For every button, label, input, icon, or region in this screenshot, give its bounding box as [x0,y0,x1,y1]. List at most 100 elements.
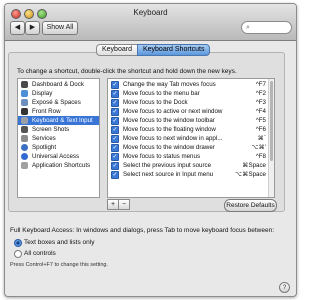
shortcut-key[interactable]: ^F5 [256,116,266,125]
shortcut-row[interactable]: ✓ Move focus to the window toolbar ^F5 [108,116,268,125]
radio-label: All controls [24,250,56,257]
shortcut-key[interactable]: ^F6 [256,125,266,134]
shortcut-row[interactable]: ✓ Select the previous input source ⌘Spac… [108,161,268,170]
category-item[interactable]: Application Shortcuts [18,161,99,170]
category-item-selected[interactable]: Keyboard & Text Input [18,116,99,125]
radio-text-boxes[interactable]: Text boxes and lists only [14,238,134,247]
shortcut-key[interactable]: ⌘Space [242,161,266,170]
category-item[interactable]: Front Row [18,107,99,116]
category-label: Dashboard & Dock [32,81,84,88]
scrollbar-thumb[interactable] [270,81,273,161]
shortcut-row[interactable]: ✓ Move focus to active or next window ^F… [108,107,268,116]
radio-unselected-icon[interactable] [14,250,22,258]
keyboard-icon [21,117,28,124]
gear-icon [21,135,28,142]
shortcut-checkbox[interactable]: ✓ [111,126,119,134]
category-item[interactable]: Dashboard & Dock [18,80,99,89]
shortcut-checkbox[interactable]: ✓ [111,135,119,143]
shortcut-checkbox[interactable]: ✓ [111,81,119,89]
shortcut-hint-text: Press Control+F7 to change this setting. [10,262,108,268]
camera-icon [21,126,28,133]
category-label: Application Shortcuts [32,162,91,169]
category-label: Services [32,135,56,142]
scrollbar[interactable] [268,79,274,197]
spotlight-icon [21,144,28,151]
shortcut-name: Select next source in Input menu [123,171,214,178]
shortcut-name: Move focus to next window in appl... [123,135,223,142]
shortcut-key[interactable]: ⌥⌘Space [235,170,266,179]
shortcut-row[interactable]: ✓ Move focus to the window drawer ⌥⌘' [108,143,268,152]
shortcut-row[interactable]: ✓ Move focus to status menus ^F8 [108,152,268,161]
show-all-button[interactable]: Show All [42,21,78,35]
shortcut-name: Select the previous input source [123,162,212,169]
shortcut-row[interactable]: ✓ Select next source in Input menu ⌥⌘Spa… [108,170,268,179]
shortcut-name: Change the way Tab moves focus [123,81,216,88]
radio-label: Text boxes and lists only [24,239,95,246]
category-label: Front Row [32,108,61,115]
shortcut-checkbox[interactable]: ✓ [111,108,119,116]
back-button[interactable]: ◀ [10,21,25,35]
shortcut-key[interactable]: ⌥⌘' [252,143,267,152]
shortcut-list[interactable]: ✓ Change the way Tab moves focus ^F7 ✓ M… [107,78,275,198]
shortcut-checkbox[interactable]: ✓ [111,90,119,98]
radio-all-controls[interactable]: All controls [14,249,134,258]
search-input[interactable]: ⌕ [241,21,292,34]
shortcut-key[interactable]: ^F4 [256,107,266,116]
shortcut-key[interactable]: ^F7 [256,80,266,89]
shortcut-checkbox[interactable]: ✓ [111,153,119,161]
shortcut-checkbox[interactable]: ✓ [111,144,119,152]
shortcut-row[interactable]: ✓ Move focus to the menu bar ^F2 [108,89,268,98]
shortcut-row[interactable]: ✓ Move focus to the floating window ^F6 [108,125,268,134]
category-label: Universal Access [32,153,80,160]
expose-icon [21,99,28,106]
shortcut-checkbox[interactable]: ✓ [111,99,119,107]
category-label: Keyboard & Text Input [32,117,93,124]
category-list[interactable]: Dashboard & Dock Display Exposé & Spaces… [17,78,100,198]
search-icon: ⌕ [246,24,250,31]
window-title: Keyboard [133,8,168,17]
shortcut-key[interactable]: ^F8 [256,152,266,161]
category-item[interactable]: Services [18,134,99,143]
shortcut-name: Move focus to the menu bar [123,90,200,97]
shortcut-row[interactable]: ✓ Change the way Tab moves focus ^F7 [108,80,268,89]
dock-icon [21,81,28,88]
shortcut-row[interactable]: ✓ Move focus to next window in appl... ⌘… [108,134,268,143]
shortcut-name: Move focus to status menus [123,153,201,160]
forward-button[interactable]: ▶ [25,21,40,35]
radio-selected-icon[interactable] [14,239,22,247]
shortcut-checkbox[interactable]: ✓ [111,117,119,125]
category-item[interactable]: Display [18,89,99,98]
category-label: Exposé & Spaces [32,99,81,106]
app-shortcuts-icon [21,162,28,169]
shortcut-name: Move focus to the Dock [123,99,188,106]
category-label: Screen Shots [32,126,70,133]
tab-keyboard[interactable]: Keyboard [96,44,137,56]
category-item[interactable]: Universal Access [18,152,99,161]
category-label: Spotlight [32,144,57,151]
shortcut-row[interactable]: ✓ Move focus to the Dock ^F3 [108,98,268,107]
shortcut-checkbox[interactable]: ✓ [111,171,119,179]
shortcut-checkbox[interactable]: ✓ [111,162,119,170]
title-bar: Keyboard ◀ ▶ Show All ⌕ [5,4,296,41]
remove-shortcut-button[interactable]: − [118,199,130,210]
shortcut-name: Move focus to the window toolbar [123,117,215,124]
help-button[interactable]: ? [279,282,290,293]
display-icon [21,90,28,97]
full-keyboard-access-label: Full Keyboard Access: In windows and dia… [10,227,274,234]
shortcut-name: Move focus to active or next window [123,108,223,115]
instructions-text: To change a shortcut, double-click the s… [17,68,237,75]
category-item[interactable]: Spotlight [18,143,99,152]
category-item[interactable]: Screen Shots [18,125,99,134]
shortcut-name: Move focus to the floating window [123,126,216,133]
accessibility-icon [21,153,28,160]
category-label: Display [32,90,53,97]
front-row-icon [21,108,28,115]
tab-bar: Keyboard Keyboard Shortcuts [96,44,211,56]
tab-keyboard-shortcuts[interactable]: Keyboard Shortcuts [136,44,211,56]
shortcut-name: Move focus to the window drawer [123,144,215,151]
category-item[interactable]: Exposé & Spaces [18,98,99,107]
shortcut-key[interactable]: ^F3 [256,98,266,107]
shortcut-key[interactable]: ^F2 [256,89,266,98]
restore-defaults-button[interactable]: Restore Defaults [224,199,277,212]
shortcut-key[interactable]: ⌘` [258,134,266,143]
